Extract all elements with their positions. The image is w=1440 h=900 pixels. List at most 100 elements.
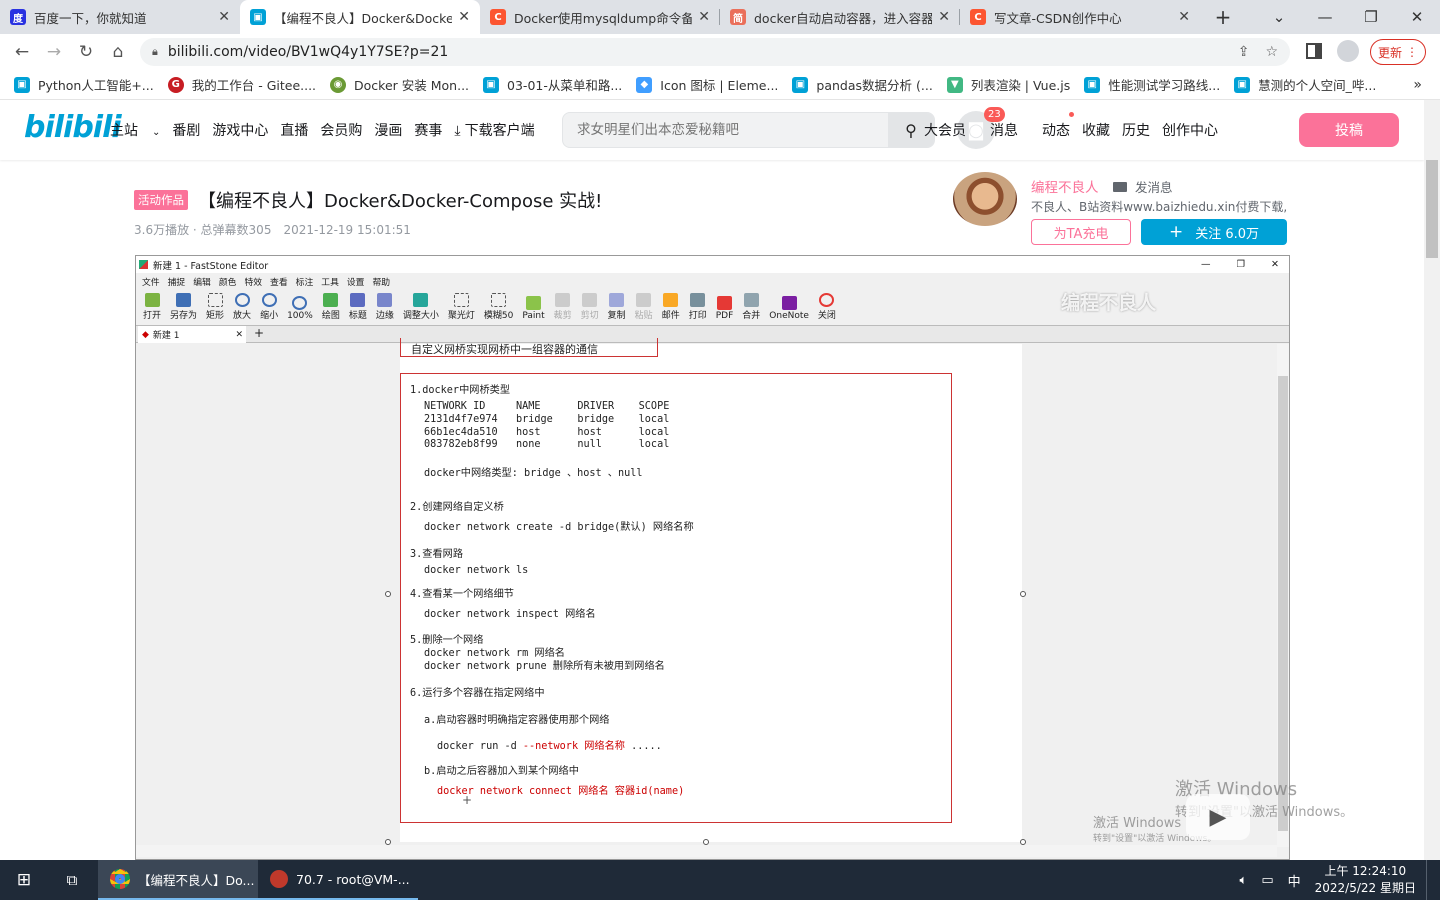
profile-avatar[interactable]	[1337, 40, 1359, 62]
tab-jianshu[interactable]: 简 docker自动启动容器，进入容器 ✕	[720, 0, 960, 34]
fs-onenote-button[interactable]: OneNote	[769, 296, 809, 321]
bookmark-item[interactable]: ▣ 03-01-从菜单和路...	[483, 75, 622, 94]
fs-draw-button[interactable]: 绘图	[322, 293, 340, 321]
sidepanel-icon[interactable]	[1306, 43, 1322, 59]
bookmark-item[interactable]: ▣ pandas数据分析 (...	[792, 75, 933, 94]
address-bar[interactable]: 🔒︎ bilibili.com/video/BV1wQ4y1Y7SE?p=21 …	[140, 38, 1290, 66]
close-icon[interactable]: ✕	[458, 9, 470, 25]
fs-paint-button[interactable]: Paint	[522, 296, 545, 321]
lock-icon[interactable]: 🔒︎	[152, 45, 158, 59]
nav-item[interactable]: 漫画	[374, 120, 402, 140]
windows-start-icon[interactable]: ⊞	[0, 860, 48, 900]
fs-menu-item[interactable]: 编辑	[193, 275, 211, 288]
fs-menu-item[interactable]: 查看	[270, 275, 288, 288]
video-player[interactable]: 新建 1 - FastStone Editor — ❐ ✕ 文件 捕捉 编辑 颜…	[135, 255, 1290, 860]
page-scrollbar[interactable]	[1424, 100, 1440, 860]
resize-handle[interactable]	[385, 591, 391, 597]
tab-search-icon[interactable]: ⌄	[1256, 0, 1302, 34]
volume-icon[interactable]: 🔈︎	[1240, 873, 1248, 888]
notification-icon[interactable]	[1426, 860, 1440, 900]
send-message[interactable]: 发消息	[1113, 177, 1173, 196]
fs-pdf-button[interactable]: PDF	[716, 296, 733, 321]
fs-spotlight-button[interactable]: 聚光灯	[448, 293, 475, 321]
fs-mail-button[interactable]: 邮件	[662, 293, 680, 321]
fs-saveas-button[interactable]: 另存为	[170, 293, 197, 321]
nav-main[interactable]: 主站 ⌄	[110, 120, 160, 140]
nav-favorites[interactable]: 收藏	[1082, 120, 1110, 140]
fs-menu-item[interactable]: 颜色	[219, 275, 237, 288]
nav-item[interactable]: 赛事	[414, 120, 442, 140]
play-button-icon[interactable]: ▶	[1186, 794, 1250, 840]
home-icon[interactable]: ⌂	[102, 36, 134, 68]
fs-crop-button[interactable]: 裁剪	[554, 293, 572, 321]
share-icon[interactable]: ⇪	[1238, 44, 1250, 60]
fs-menu-item[interactable]: 工具	[321, 275, 339, 288]
restore-icon[interactable]: ❐	[1348, 0, 1394, 34]
nav-history[interactable]: 历史	[1122, 120, 1150, 140]
fs-menu-item[interactable]: 文件	[142, 275, 160, 288]
fs-add-tab-icon[interactable]: +	[254, 326, 264, 340]
fs-menu-item[interactable]: 设置	[347, 275, 365, 288]
upload-button[interactable]: 投稿	[1299, 113, 1399, 147]
update-button[interactable]: 更新 ⋮	[1370, 39, 1426, 65]
bookmark-star-icon[interactable]: ☆	[1265, 44, 1278, 60]
uploader-name[interactable]: 编程不良人	[1031, 176, 1099, 196]
nav-item[interactable]: 直播	[280, 120, 308, 140]
fs-zoomout-button[interactable]: 缩小	[260, 293, 278, 321]
follow-button[interactable]: + 关注 6.0万	[1141, 219, 1287, 245]
minimize-icon[interactable]: —	[1302, 0, 1348, 34]
fs-100-button[interactable]: 100%	[287, 296, 313, 321]
fs-menu-item[interactable]: 特效	[244, 275, 262, 288]
bilibili-logo[interactable]: bilibili	[24, 110, 122, 145]
fs-print-button[interactable]: 打印	[689, 293, 707, 321]
fs-cut-button[interactable]: 剪切	[581, 293, 599, 321]
fs-close-icon[interactable]: ✕	[1271, 259, 1279, 270]
close-window-icon[interactable]: ✕	[1394, 0, 1440, 34]
close-icon[interactable]: ✕	[235, 330, 243, 340]
fs-paste-button[interactable]: 粘贴	[635, 293, 653, 321]
fs-close-button[interactable]: 关闭	[818, 293, 836, 321]
bookmark-item[interactable]: ◉ Docker 安装 Mon...	[330, 75, 469, 94]
fs-minimize-icon[interactable]: —	[1201, 259, 1211, 270]
ime-indicator[interactable]: 中	[1288, 871, 1301, 890]
fs-hscrollbar[interactable]	[136, 845, 1277, 857]
bookmark-item[interactable]: ▣ Python人工智能+...	[14, 75, 154, 94]
nav-item[interactable]: 会员购	[320, 120, 362, 140]
nav-dynamic[interactable]: 动态	[1030, 112, 1074, 140]
fs-open-button[interactable]: 打开	[143, 293, 161, 321]
nav-item[interactable]: 游戏中心	[212, 120, 268, 140]
bookmark-item[interactable]: ▣ 性能测试学习路线...	[1084, 75, 1220, 94]
tab-bilibili[interactable]: ▣ 【编程不良人】Docker&Docker-Compose ✕	[240, 0, 480, 34]
fs-canvas[interactable]: 自定义网桥实现网桥中一组容器的通信 1.docker中网桥类型 NETWORK …	[400, 338, 1022, 842]
fs-rect-button[interactable]: 矩形	[206, 293, 224, 321]
nav-item[interactable]: 番剧	[172, 120, 200, 140]
fs-menu-item[interactable]: 标注	[296, 275, 314, 288]
taskbar-app-terminal[interactable]: 70.7 - root@VM-...	[258, 860, 418, 900]
fs-doc-tab[interactable]: ◆ 新建 1 ✕	[138, 326, 246, 343]
back-icon[interactable]: ←	[6, 36, 38, 68]
new-tab-button[interactable]: +	[1200, 0, 1246, 34]
charge-button[interactable]: 为TA充电	[1031, 219, 1131, 245]
fs-resize-button[interactable]: 调整大小	[403, 293, 439, 321]
bookmark-item[interactable]: ▼ 列表渲染 | Vue.js	[946, 75, 1070, 94]
nav-message[interactable]: 消息 23	[978, 107, 1018, 140]
forward-icon[interactable]: →	[38, 36, 70, 68]
fs-copy-button[interactable]: 复制	[608, 293, 626, 321]
close-icon[interactable]: ✕	[218, 9, 230, 25]
fs-blur-button[interactable]: 模糊50	[484, 293, 513, 321]
taskbar-app-chrome[interactable]: 【编程不良人】Do...	[98, 860, 258, 900]
fs-zoomin-button[interactable]: 放大	[233, 293, 251, 321]
tab-csdn-write[interactable]: C 写文章-CSDN创作中心 ✕	[960, 0, 1200, 34]
close-icon[interactable]: ✕	[1178, 9, 1190, 25]
bookmark-item[interactable]: ◆ Icon 图标 | Eleme...	[636, 75, 778, 94]
fs-menu-item[interactable]: 帮助	[372, 275, 390, 288]
resize-handle[interactable]	[1020, 591, 1026, 597]
activity-tag[interactable]: 活动作品	[134, 190, 188, 210]
nav-vip[interactable]: 大会员	[924, 120, 966, 140]
search-input[interactable]	[563, 113, 888, 147]
tab-csdn-mysqldump[interactable]: C Docker使用mysqldump命令备份 ✕	[480, 0, 720, 34]
uploader-avatar[interactable]	[953, 172, 1017, 226]
reload-icon[interactable]: ↻	[70, 36, 102, 68]
task-view-icon[interactable]: ⧉	[48, 860, 96, 900]
fs-restore-icon[interactable]: ❐	[1237, 259, 1246, 270]
